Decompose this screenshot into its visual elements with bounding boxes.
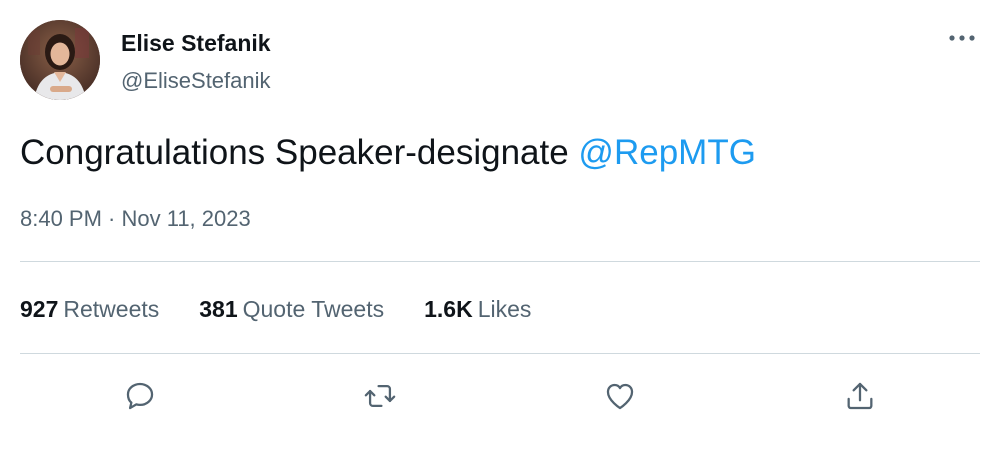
quote-tweets-label: Quote Tweets bbox=[242, 296, 385, 322]
tweet-timestamp[interactable]: 8:40 PM · Nov 11, 2023 bbox=[20, 205, 251, 233]
more-dots-icon bbox=[949, 35, 975, 41]
divider bbox=[20, 261, 980, 262]
heart-icon bbox=[606, 383, 634, 410]
share-button[interactable] bbox=[840, 376, 880, 416]
reply-icon bbox=[126, 382, 154, 410]
tweet-body: Congratulations Speaker-designate bbox=[20, 133, 579, 172]
retweet-button[interactable] bbox=[360, 376, 400, 416]
divider bbox=[20, 353, 980, 354]
quote-tweets-stat[interactable]: 381 Quote Tweets bbox=[199, 295, 384, 323]
retweet-icon bbox=[364, 384, 396, 408]
retweets-label: Retweets bbox=[63, 296, 160, 322]
likes-label: Likes bbox=[477, 296, 532, 322]
avatar[interactable] bbox=[20, 20, 100, 100]
author-handle[interactable]: @EliseStefanik bbox=[121, 67, 271, 95]
tweet-stats: 927 Retweets 381 Quote Tweets 1.6K Likes bbox=[20, 294, 571, 324]
tweet-text: Congratulations Speaker-designate @RepMT… bbox=[20, 132, 756, 174]
author-display-name[interactable]: Elise Stefanik bbox=[121, 29, 271, 57]
mention-link[interactable]: @RepMTG bbox=[578, 133, 756, 172]
retweets-stat[interactable]: 927 Retweets bbox=[20, 295, 159, 323]
likes-count: 1.6K bbox=[424, 296, 473, 322]
share-icon bbox=[847, 382, 873, 410]
reply-button[interactable] bbox=[120, 376, 160, 416]
more-options-button[interactable] bbox=[942, 24, 982, 52]
retweets-count: 927 bbox=[20, 296, 59, 322]
like-button[interactable] bbox=[600, 376, 640, 416]
quote-tweets-count: 381 bbox=[199, 296, 238, 322]
likes-stat[interactable]: 1.6K Likes bbox=[424, 295, 531, 323]
